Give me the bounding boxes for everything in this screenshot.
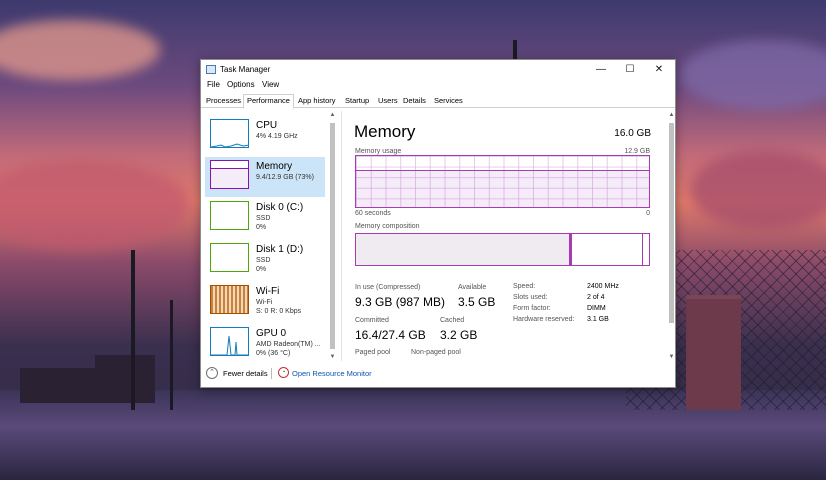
minimize-button[interactable]: —: [589, 62, 613, 77]
close-button[interactable]: ✕: [647, 62, 671, 77]
graph-time-left: 60 seconds: [355, 210, 391, 217]
sidebar-item-disk-0[interactable]: Disk 0 (C:) SSD 0%: [205, 198, 325, 238]
hardware-reserved-value: 3.1 GB: [587, 316, 609, 323]
form-factor-label: Form factor:: [513, 305, 551, 312]
title-bar[interactable]: Task Manager — ☐ ✕: [201, 60, 675, 79]
sidebar-item-wifi[interactable]: Wi-Fi Wi-Fi S: 0 R: 0 Kbps: [205, 282, 325, 322]
composition-in-use: [356, 234, 570, 265]
gpu-model: AMD Radeon(TM) ...: [256, 341, 321, 348]
available-label: Available: [458, 284, 487, 291]
form-factor-value: DIMM: [587, 305, 606, 312]
scroll-up-icon[interactable]: ▲: [328, 111, 337, 119]
total-memory: 16.0 GB: [614, 128, 651, 139]
wifi-throughput: S: 0 R: 0 Kbps: [256, 308, 302, 315]
scrollbar-thumb[interactable]: [669, 123, 674, 323]
gpu-usage: 0% (36 °C): [256, 350, 291, 357]
committed-label: Committed: [355, 317, 389, 324]
gpu-label: GPU 0: [256, 328, 287, 339]
menu-options[interactable]: Options: [227, 80, 255, 89]
memory-mini-graph: [210, 160, 249, 189]
tab-processes[interactable]: Processes: [203, 95, 244, 108]
in-use-value: 9.3 GB (987 MB): [355, 295, 446, 309]
memory-composition-bar: [355, 233, 650, 266]
speed-label: Speed:: [513, 283, 536, 290]
disk0-type: SSD: [256, 215, 271, 222]
memory-composition-label: Memory composition: [355, 223, 420, 230]
available-value: 3.5 GB: [458, 295, 496, 309]
disk1-usage: 0%: [256, 266, 267, 273]
memory-usage-graph: [355, 155, 650, 208]
tab-strip: Processes Performance App history Startu…: [201, 94, 675, 109]
memory-usage-label: Memory usage: [355, 148, 402, 155]
scroll-down-icon[interactable]: ▼: [667, 353, 676, 361]
scroll-down-icon[interactable]: ▼: [328, 353, 337, 361]
tab-details[interactable]: Details: [400, 95, 429, 108]
memory-usage-text: 9.4/12.9 GB (73%): [256, 174, 314, 181]
disk1-label: Disk 1 (D:): [256, 244, 304, 255]
resource-monitor-icon[interactable]: ◔: [278, 367, 289, 378]
committed-value: 16.4/27.4 GB: [355, 328, 426, 342]
nonpaged-pool-label: Non-paged pool: [411, 349, 461, 356]
composition-standby: [572, 234, 643, 265]
menu-file[interactable]: File: [207, 80, 220, 89]
cpu-label: CPU: [256, 120, 278, 131]
speed-value: 2400 MHz: [587, 283, 619, 290]
resource-list-scrollbar[interactable]: ▲ ▼: [328, 111, 337, 361]
hardware-reserved-label: Hardware reserved:: [513, 316, 575, 323]
disk1-type: SSD: [256, 257, 271, 264]
sidebar-item-memory[interactable]: Memory 9.4/12.9 GB (73%): [205, 157, 325, 197]
cpu-usage-text: 4% 4.19 GHz: [256, 133, 298, 140]
detail-title: Memory: [354, 122, 416, 141]
slots-label: Slots used:: [513, 294, 548, 301]
sidebar-item-disk-1[interactable]: Disk 1 (D:) SSD 0%: [205, 240, 325, 280]
footer-bar: ⌃ Fewer details ◔ Open Resource Monitor: [201, 363, 675, 385]
menu-view[interactable]: View: [262, 80, 279, 89]
memory-usage-max: 12.9 GB: [624, 148, 650, 155]
wifi-label: Wi-Fi: [256, 286, 280, 297]
cpu-mini-graph: [210, 119, 249, 148]
slots-value: 2 of 4: [587, 294, 605, 301]
in-use-label: In use (Compressed): [355, 284, 421, 291]
tab-startup[interactable]: Startup: [342, 95, 372, 108]
task-manager-window: Task Manager — ☐ ✕ File Options View Pro…: [200, 59, 676, 388]
scroll-up-icon[interactable]: ▲: [667, 111, 676, 119]
wifi-adapter: Wi-Fi: [256, 299, 273, 306]
maximize-button[interactable]: ☐: [618, 62, 642, 77]
tab-services[interactable]: Services: [431, 95, 466, 108]
disk0-mini-graph: [210, 201, 249, 230]
paged-pool-label: Paged pool: [355, 349, 391, 356]
cached-value: 3.2 GB: [440, 328, 478, 342]
sidebar-item-gpu[interactable]: GPU 0 AMD Radeon(TM) ... 0% (36 °C): [205, 324, 325, 361]
open-resource-monitor-link[interactable]: Open Resource Monitor: [292, 369, 372, 378]
resource-list: CPU 4% 4.19 GHz Memory 9.4/12.9 GB (73%)…: [205, 111, 325, 361]
chevron-up-icon[interactable]: ⌃: [206, 367, 218, 379]
tab-app-history[interactable]: App history: [295, 95, 339, 108]
graph-time-right: 0: [646, 210, 650, 217]
gpu-mini-graph: [210, 327, 249, 356]
wifi-mini-graph: [210, 285, 249, 314]
footer-divider: [271, 368, 272, 379]
window-title: Task Manager: [220, 65, 271, 74]
scrollbar-thumb[interactable]: [330, 123, 335, 349]
memory-label: Memory: [256, 161, 293, 172]
cached-label: Cached: [440, 317, 465, 324]
fewer-details-link[interactable]: Fewer details: [223, 369, 268, 378]
task-manager-icon: [206, 65, 216, 74]
memory-detail-pane: Memory 16.0 GB Memory usage 12.9 GB 60 s…: [342, 111, 667, 361]
disk0-label: Disk 0 (C:): [256, 202, 304, 213]
disk1-mini-graph: [210, 243, 249, 272]
memory-usage-fill: [356, 169, 649, 207]
tab-performance[interactable]: Performance: [243, 94, 294, 109]
tab-users[interactable]: Users: [375, 95, 401, 108]
disk0-usage: 0%: [256, 224, 267, 231]
detail-pane-scrollbar[interactable]: ▲ ▼: [667, 111, 676, 361]
sidebar-item-cpu[interactable]: CPU 4% 4.19 GHz: [205, 116, 325, 156]
